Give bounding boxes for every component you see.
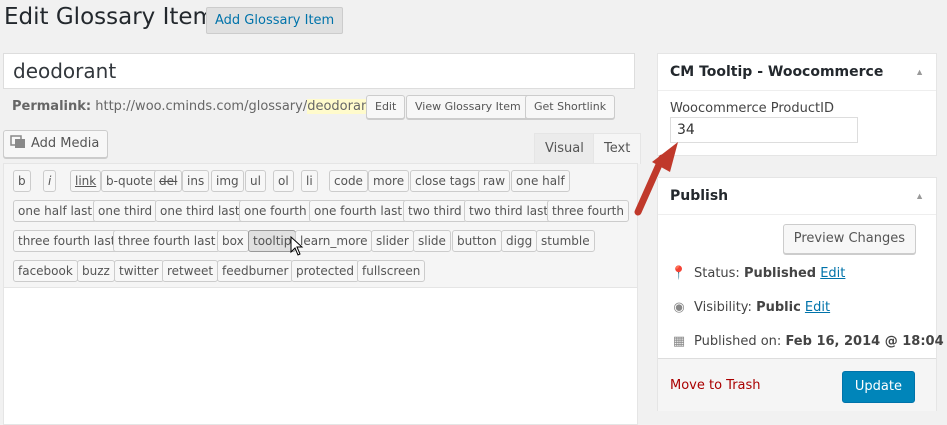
preview-changes-button[interactable]: Preview Changes [782,224,916,254]
quicktag-one-third[interactable]: one third [93,200,158,222]
quicktag-one-third-last[interactable]: one third last [155,200,245,222]
quicktags-toolbar: b i link b-quote del ins img ul ol li co… [4,164,637,288]
view-glossary-item-button[interactable]: View Glossary Item [406,95,530,119]
quicktag-three-fourth-last-2[interactable]: three fourth last [113,230,221,252]
quicktag-del[interactable]: del [154,170,183,192]
quicktag-slider[interactable]: slider [371,230,414,252]
quicktag-stumble[interactable]: stumble [536,230,595,252]
quicktag-ins[interactable]: ins [182,170,210,192]
product-id-input[interactable]: 34 [670,117,858,143]
quicktag-feedburner[interactable]: feedburner [217,260,294,282]
quicktag-button[interactable]: button [452,230,502,252]
pin-icon: 📍 [670,266,688,281]
quicktag-more[interactable]: more [368,170,410,192]
quicktag-two-third-last[interactable]: two third last [464,200,554,222]
publish-metabox-title: Publish [658,178,936,215]
quicktag-one-half-last[interactable]: one half last [13,200,98,222]
publish-footer: Move to Trash Update [658,358,936,411]
quicktag-protected[interactable]: protected [291,260,360,282]
visibility-edit-link[interactable]: Edit [805,300,830,315]
add-glossary-item-button[interactable]: Add Glossary Item [206,7,344,34]
quicktag-one-fourth-last[interactable]: one fourth last [309,200,408,222]
status-label: Status: [694,266,740,281]
media-icon [10,135,25,148]
caret-up-icon[interactable]: ▲ [915,178,924,214]
caret-up-icon[interactable]: ▲ [915,54,924,90]
quicktag-box[interactable]: box [217,230,249,252]
quicktag-buzz[interactable]: buzz [77,260,115,282]
status-edit-link[interactable]: Edit [820,266,845,281]
quicktag-li[interactable]: li [301,170,318,192]
quicktag-ul[interactable]: ul [245,170,266,192]
permalink: Permalink: http://woo.cminds.com/glossar… [12,99,392,114]
quicktag-digg[interactable]: digg [501,230,538,252]
permalink-edit-button[interactable]: Edit [366,95,406,119]
quicktag-close-tags[interactable]: close tags [410,170,481,192]
quicktag-retweet[interactable]: retweet [162,260,219,282]
product-id-label: Woocommerce ProductID [670,101,834,116]
page-title: Edit Glossary Item [4,4,215,30]
quicktag-three-fourth-last[interactable]: three fourth last [13,230,121,252]
woocommerce-metabox-title: CM Tooltip - Woocommerce [658,54,936,91]
quicktag-slide[interactable]: slide [413,230,451,252]
quicktag-fullscreen[interactable]: fullscreen [357,260,426,282]
quicktag-link[interactable]: link [70,170,102,192]
visibility-value: Public [756,300,801,315]
eye-icon: ◉ [673,300,685,315]
visibility-label: Visibility: [694,300,752,315]
publish-metabox: Publish ▲ Preview Changes 📍 Status: Publi… [657,177,944,411]
quicktag-b[interactable]: b [13,170,31,192]
mouse-cursor-icon [290,236,304,256]
quicktag-ol[interactable]: ol [273,170,294,192]
add-media-label: Add Media [31,136,100,151]
get-shortlink-button[interactable]: Get Shortlink [525,95,616,119]
quicktag-learn-more[interactable]: learn_more [295,230,373,252]
status-value: Published [743,266,817,281]
published-label: Published on: [694,334,782,349]
quicktag-one-fourth[interactable]: one fourth [239,200,312,222]
title-input[interactable]: deodorant [3,53,635,89]
published-row: ▦Published on: Feb 16, 2014 @ 18:04 Edit [670,334,947,349]
quicktag-facebook[interactable]: facebook [13,260,78,282]
permalink-label: Permalink: [12,99,92,114]
editor[interactable]: b i link b-quote del ins img ul ol li co… [3,163,638,425]
quicktag-img[interactable]: img [211,170,244,192]
woocommerce-metabox: CM Tooltip - Woocommerce ▲ Woocommerce P… [657,53,937,156]
quicktag-twitter[interactable]: twitter [114,260,164,282]
quicktag-b-quote[interactable]: b-quote [101,170,158,192]
calendar-icon: ▦ [672,334,686,349]
published-value: Feb 16, 2014 @ 18:04 [785,334,944,349]
add-media-button[interactable]: Add Media [3,130,109,158]
permalink-base: http://woo.cminds.com/glossary/ [95,99,308,114]
visibility-row: ◉ Visibility: Public Edit [670,300,830,315]
quicktag-three-fourth[interactable]: three fourth [547,200,629,222]
quicktag-two-third[interactable]: two third [403,200,467,222]
update-button[interactable]: Update [841,371,915,403]
status-row: 📍 Status: Published Edit [670,266,846,281]
quicktag-i[interactable]: i [43,170,57,192]
tab-visual[interactable]: Visual [534,133,595,164]
move-to-trash-link[interactable]: Move to Trash [670,378,761,393]
quicktag-one-half[interactable]: one half [511,170,570,192]
quicktag-code[interactable]: code [329,170,368,192]
quicktag-raw[interactable]: raw [478,170,511,192]
